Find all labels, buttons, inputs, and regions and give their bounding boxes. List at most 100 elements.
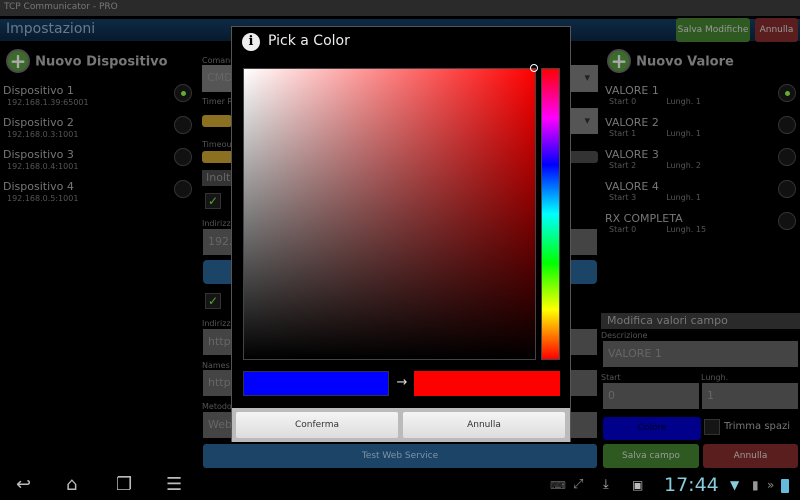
value-start: Start 1 [609,129,637,138]
cancel-field-button[interactable]: Annulla [703,444,798,468]
value-name: VALORE 3 [605,148,659,161]
test-web-service-button[interactable]: Test Web Service [203,444,597,468]
dialog-cancel-button[interactable]: Annulla [403,412,565,438]
value-start: Start 2 [609,161,637,170]
list-item[interactable]: VALORE 1 Start 0 Lungh. 1 [605,84,731,106]
device-address: 192.168.0.4:1001 [7,162,79,171]
value-length: Lungh. 1 [666,97,701,106]
cancel-button[interactable]: Annulla [755,18,798,42]
page-title: Impostazioni [6,21,96,37]
timer-slider[interactable] [202,115,232,127]
old-color-swatch [243,371,389,396]
value-start: Start 3 [609,193,637,202]
value-name: RX COMPLETA [605,212,683,225]
plus-icon: + [607,49,631,73]
back-icon[interactable]: ↩ [16,474,31,495]
sd-card-icon: ▮ [752,478,759,492]
new-value-button[interactable]: + Nuovo Valore [607,49,734,73]
timer-label: Timer R [202,97,233,106]
menu-icon[interactable]: ☰ [166,474,182,495]
checkbox-1[interactable]: ✓ [205,193,221,209]
device-name: Dispositivo 3 [3,148,74,161]
device-address: 192.168.0.5:1001 [7,194,79,203]
trim-checkbox[interactable] [704,419,720,435]
clock: 17:44 [664,474,719,496]
device-name: Dispositivo 1 [3,84,74,97]
list-item[interactable]: VALORE 4 Start 3 Lungh. 1 [605,180,731,202]
indirizzo2-label: Indirizz [202,319,231,328]
list-item[interactable]: Dispositivo 3 192.168.0.4:1001 [3,148,78,171]
device-address: 192.168.1.39:65001 [7,98,89,107]
metodo-label: Metodo [202,402,232,411]
list-item[interactable]: Dispositivo 4 192.168.0.5:1001 [3,180,78,203]
names-label: Names [202,361,230,370]
dialog-title-text: Pick a Color [268,33,350,49]
indirizzo-label: Indirizz [202,219,231,228]
comandi-value: CMD [207,71,233,84]
trim-label: Trimma spazi [724,421,791,432]
list-item[interactable]: VALORE 3 Start 2 Lungh. 2 [605,148,731,170]
value-start: Start 0 [609,97,637,106]
device-radio-3[interactable] [174,148,192,166]
info-icon: i [242,33,260,51]
start-input[interactable]: 0 [603,383,699,409]
list-item[interactable]: RX COMPLETA Start 0 Lungh. 15 [605,212,736,234]
fullscreen-icon[interactable]: ⤢ [573,477,583,492]
color-picker-dialog: i Pick a Color → Conferma Annulla [231,26,571,442]
app-title: TCP Communicator - PRO [4,2,118,12]
list-item[interactable]: VALORE 2 Start 1 Lungh. 1 [605,116,731,138]
list-item[interactable]: Dispositivo 1 192.168.1.39:65001 [3,84,89,107]
device-address: 192.168.0.3:1001 [7,130,79,139]
device-radio-4[interactable] [174,180,192,198]
description-input[interactable]: VALORE 1 [603,341,798,367]
new-value-label: Nuovo Valore [636,54,734,70]
dialog-title: i Pick a Color [242,33,350,51]
length-label: Lungh. [701,373,729,382]
app-title-bar: TCP Communicator - PRO [0,0,800,16]
description-label: Descrizione [601,331,648,340]
confirm-button[interactable]: Conferma [236,412,398,438]
new-device-button[interactable]: + Nuovo Dispositivo [6,49,168,73]
value-radio-1[interactable] [778,84,796,102]
color-selector-handle[interactable] [530,64,538,72]
inoltro-section-title: Inoltr [202,170,235,186]
value-name: VALORE 2 [605,116,659,129]
new-device-label: Nuovo Dispositivo [35,54,168,70]
recent-apps-icon[interactable]: ❐ [116,474,132,495]
battery-icon [781,479,789,493]
device-name: Dispositivo 2 [3,116,74,129]
value-radio-2[interactable] [778,116,796,134]
saturation-value-picker[interactable] [243,68,536,360]
plus-icon: + [6,49,30,73]
new-color-swatch [414,371,560,396]
download-icon: ⤓ [603,477,609,492]
value-length: Lungh. 1 [666,129,701,138]
more-icon: » [767,478,775,492]
value-radio-3[interactable] [778,148,796,166]
home-icon[interactable]: ⌂ [66,474,77,495]
edit-section-title: Modifica valori campo [601,313,800,329]
save-field-button[interactable]: Salva campo [603,444,699,468]
arrow-icon: → [396,375,408,390]
dialog-footer: Conferma Annulla [232,408,570,442]
value-radio-5[interactable] [778,212,796,230]
color-button[interactable]: Colore [603,417,701,440]
device-radio-1[interactable] [174,84,192,102]
value-radio-4[interactable] [778,180,796,198]
length-input[interactable]: 1 [702,383,798,409]
image-icon: ▣ [632,478,644,492]
value-length: Lungh. 1 [666,193,701,202]
wifi-icon: ▼ [730,478,740,492]
value-name: VALORE 1 [605,84,659,97]
device-radio-2[interactable] [174,116,192,134]
hue-slider[interactable] [541,68,560,360]
value-length: Lungh. 2 [666,161,701,170]
keyboard-icon[interactable]: ⌨ [550,479,566,492]
save-changes-button[interactable]: Salva Modifiche [676,18,750,42]
dropdown-arrow-icon: ▾ [584,71,590,84]
start-label: Start [601,373,621,382]
value-name: VALORE 4 [605,180,659,193]
checkbox-2[interactable]: ✓ [205,293,221,309]
list-item[interactable]: Dispositivo 2 192.168.0.3:1001 [3,116,78,139]
value-length: Lungh. 15 [666,225,707,234]
